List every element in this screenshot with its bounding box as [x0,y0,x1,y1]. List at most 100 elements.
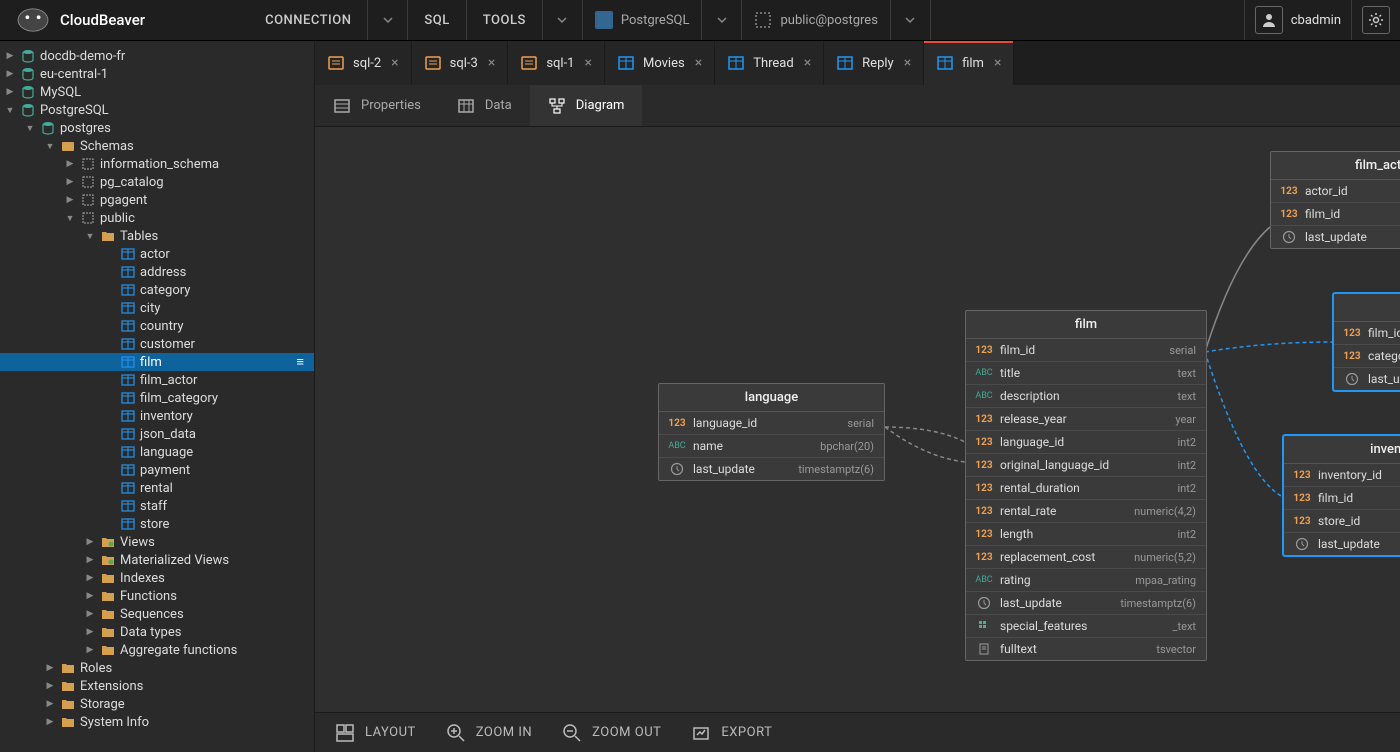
close-icon[interactable]: × [992,55,1003,71]
tree-item-functions[interactable]: ▶Functions [0,587,314,605]
chevron-right-icon[interactable]: ▶ [64,176,76,188]
close-icon[interactable]: × [486,55,497,71]
erd-column-last_update[interactable]: last_updatetimestamptz(6) [1334,368,1400,390]
tree-item-json-data[interactable]: json_data [0,425,314,443]
erd-column-actor_id[interactable]: 123actor_idint2 [1271,180,1400,203]
tree-item-film[interactable]: film≡ [0,353,314,371]
chevron-down-icon[interactable]: ▼ [84,230,96,242]
chevron-right-icon[interactable]: ▶ [84,572,96,584]
layout-button[interactable]: LAYOUT [335,723,416,743]
erd-column-category_id[interactable]: 123category_idint2 [1334,345,1400,368]
tree-item-menu-icon[interactable]: ≡ [296,354,310,370]
tree-item-information-schema[interactable]: ▶information_schema [0,155,314,173]
app-logo[interactable]: CloudBeaver [0,6,159,34]
tree-item-system-info[interactable]: ▶System Info [0,713,314,731]
tree-item-tables[interactable]: ▼Tables [0,227,314,245]
erd-column-rental_duration[interactable]: 123rental_durationint2 [966,477,1206,500]
erd-column-last_update[interactable]: last_updatetimestamptz(6) [966,592,1206,615]
tree-item-aggregate-functions[interactable]: ▶Aggregate functions [0,641,314,659]
context-path[interactable]: public@postgres [742,0,890,40]
erd-column-original_language_id[interactable]: 123original_language_idint2 [966,454,1206,477]
chevron-right-icon[interactable]: ▶ [84,590,96,602]
erd-table-film-category[interactable]: film_category 123film_idint2123category_… [1333,293,1400,391]
tree-item-staff[interactable]: staff [0,497,314,515]
tree-item-film-category[interactable]: film_category [0,389,314,407]
tree-item-country[interactable]: country [0,317,314,335]
erd-column-title[interactable]: ABCtitletext [966,362,1206,385]
erd-column-fulltext[interactable]: fulltexttsvector [966,638,1206,660]
menu-connection[interactable]: CONNECTION [249,0,368,40]
chevron-right-icon[interactable]: ▶ [4,86,16,98]
erd-column-special_features[interactable]: special_features_text [966,615,1206,638]
chevron-right-icon[interactable]: ▶ [84,626,96,638]
export-button[interactable]: EXPORT [691,723,772,743]
erd-column-rating[interactable]: ABCratingmpaa_rating [966,569,1206,592]
erd-table-inventory[interactable]: inventory 123inventory_idserial123film_i… [1283,435,1400,556]
tree-item-schemas[interactable]: ▼Schemas [0,137,314,155]
tree-item-inventory[interactable]: inventory [0,407,314,425]
erd-column-rental_rate[interactable]: 123rental_ratenumeric(4,2) [966,500,1206,523]
tree-item-postgres[interactable]: ▼postgres [0,119,314,137]
settings-button[interactable] [1351,0,1400,40]
zoom-out-button[interactable]: ZOOM OUT [562,723,661,743]
chevron-down-icon[interactable]: ▼ [4,104,16,116]
erd-column-last_update[interactable]: last_updatetimestamptz(6) [659,458,884,480]
tree-item-indexes[interactable]: ▶Indexes [0,569,314,587]
tree-item-postgresql[interactable]: ▼PostgreSQL [0,101,314,119]
tree-item-store[interactable]: store [0,515,314,533]
tree-item-extensions[interactable]: ▶Extensions [0,677,314,695]
view-tab-properties[interactable]: Properties [315,85,439,126]
erd-column-release_year[interactable]: 123release_yearyear [966,408,1206,431]
close-icon[interactable]: × [693,55,704,71]
tree-item-rental[interactable]: rental [0,479,314,497]
tree-item-roles[interactable]: ▶Roles [0,659,314,677]
context-path-chevron[interactable] [891,0,931,40]
menu-sql[interactable]: SQL [408,0,466,40]
tree-item-pg-catalog[interactable]: ▶pg_catalog [0,173,314,191]
chevron-right-icon[interactable]: ▶ [84,608,96,620]
tree-item-mysql[interactable]: ▶MySQL [0,83,314,101]
sidebar-tree[interactable]: ▶docdb-demo-fr▶eu-central-1▶MySQL▼Postgr… [0,41,315,752]
erd-column-last_update[interactable]: last_updatetimestamptz(6) [1271,226,1400,248]
editor-tab-Thread[interactable]: Thread× [715,41,824,85]
erd-column-replacement_cost[interactable]: 123replacement_costnumeric(5,2) [966,546,1206,569]
user-box[interactable]: cbadmin [1244,0,1351,40]
erd-column-description[interactable]: ABCdescriptiontext [966,385,1206,408]
chevron-right-icon[interactable]: ▶ [44,716,56,728]
chevron-right-icon[interactable]: ▶ [84,644,96,656]
tree-item-public[interactable]: ▼public [0,209,314,227]
chevron-right-icon[interactable]: ▶ [44,662,56,674]
erd-column-language_id[interactable]: 123language_idserial [659,412,884,435]
menu-tools-chevron[interactable] [543,0,583,40]
tree-item-actor[interactable]: actor [0,245,314,263]
editor-tab-sql-3[interactable]: sql-3× [412,41,509,85]
tree-item-eu-central-1[interactable]: ▶eu-central-1 [0,65,314,83]
tree-item-address[interactable]: address [0,263,314,281]
chevron-right-icon[interactable]: ▶ [4,50,16,62]
erd-column-last_update[interactable]: last_updatetimestamptz(6) [1284,533,1400,555]
erd-column-length[interactable]: 123lengthint2 [966,523,1206,546]
close-icon[interactable]: × [902,55,913,71]
chevron-right-icon[interactable]: ▶ [4,68,16,80]
erd-column-name[interactable]: ABCnamebpchar(20) [659,435,884,458]
chevron-down-icon[interactable]: ▼ [64,212,76,224]
tree-item-data-types[interactable]: ▶Data types [0,623,314,641]
diagram-canvas[interactable]: language 123language_idserialABCnamebpch… [315,127,1400,712]
erd-column-inventory_id[interactable]: 123inventory_idserial [1284,464,1400,487]
tree-item-sequences[interactable]: ▶Sequences [0,605,314,623]
view-tab-data[interactable]: Data [439,85,530,126]
tree-item-customer[interactable]: customer [0,335,314,353]
erd-column-film_id[interactable]: 123film_idint2 [1271,203,1400,226]
editor-tab-Reply[interactable]: Reply× [824,41,924,85]
menu-connection-chevron[interactable] [368,0,408,40]
tree-item-docdb-demo-fr[interactable]: ▶docdb-demo-fr [0,47,314,65]
tree-item-materialized-views[interactable]: ▶Materialized Views [0,551,314,569]
close-icon[interactable]: × [802,55,813,71]
zoom-in-button[interactable]: ZOOM IN [446,723,532,743]
erd-column-language_id[interactable]: 123language_idint2 [966,431,1206,454]
tree-item-city[interactable]: city [0,299,314,317]
chevron-down-icon[interactable]: ▼ [44,140,56,152]
menu-tools[interactable]: TOOLS [467,0,543,40]
erd-table-language[interactable]: language 123language_idserialABCnamebpch… [658,383,885,481]
close-icon[interactable]: × [389,55,400,71]
